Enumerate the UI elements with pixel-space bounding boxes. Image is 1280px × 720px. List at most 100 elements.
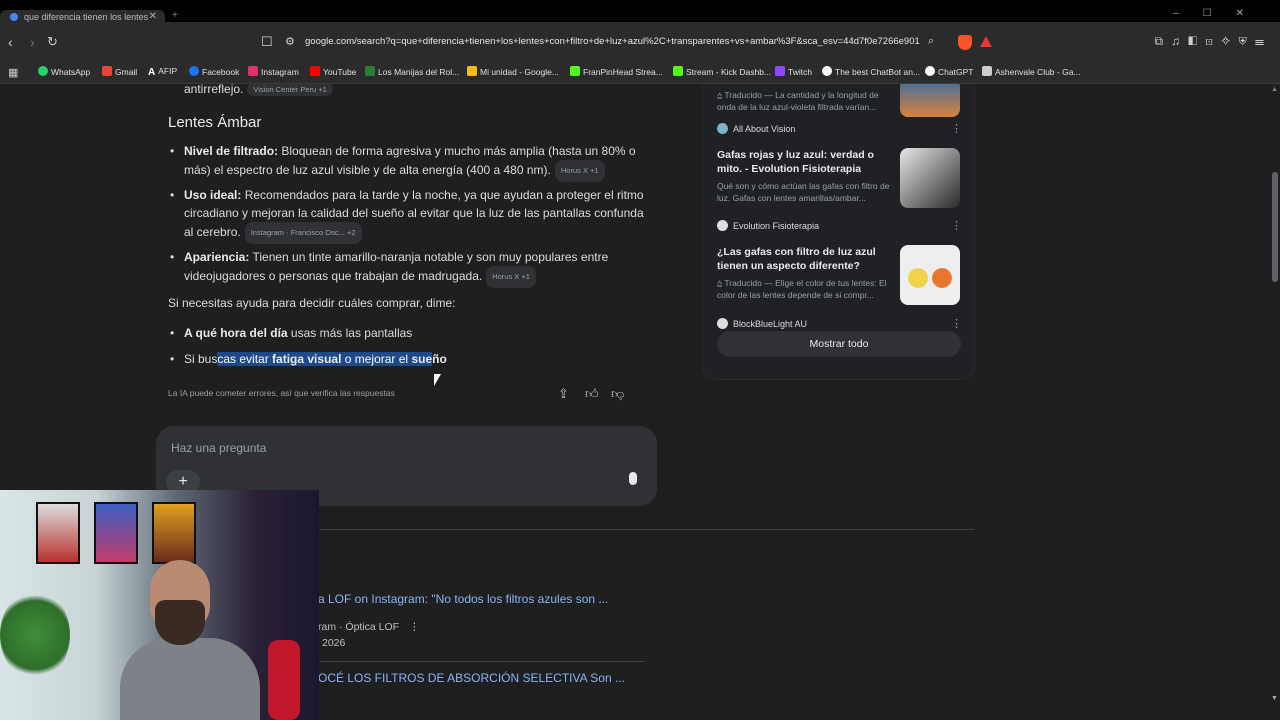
google-favicon-icon (10, 13, 18, 21)
thumbs-up-icon[interactable]: 👍︎ (585, 386, 599, 402)
more-options-icon[interactable]: ⋮ (951, 317, 962, 330)
source-chip[interactable]: Instagram · Francisco Osc... +2 (244, 222, 362, 244)
google-drive-icon (467, 66, 477, 76)
more-options-icon[interactable]: ⋮ (409, 621, 420, 633)
list-item: A qué hora del día usas más las pantalla… (170, 324, 649, 342)
chatgpt-icon (925, 66, 935, 76)
card-description: ⩠ Traducido — La cantidad y la longitud … (717, 90, 879, 112)
tab-strip: que diferencia tienen los lentes ✕ + –☐✕ (0, 0, 1280, 24)
ask-placeholder[interactable]: Haz una pregunta (171, 441, 266, 455)
lamp-image (268, 640, 300, 720)
bookmark-afip[interactable]: A AFIP (148, 66, 177, 78)
bookmark-drive[interactable]: Mi unidad - Google... (467, 66, 559, 77)
list-item: Nivel de filtrado: Bloquean de forma agr… (170, 142, 649, 182)
bookmark-youtube[interactable]: YouTube (310, 66, 356, 77)
card-title: Gafas rojas y luz azul: verdad o mito. -… (717, 149, 874, 175)
window-controls[interactable]: –☐✕ (1173, 8, 1268, 19)
browser-toolbar: ‹ › ↻ ☐ ⚙ google.com/search?q=que+difere… (0, 22, 1280, 62)
bookmark-instagram[interactable]: Instagram (248, 66, 299, 77)
streamer-image (120, 560, 270, 720)
chatbot-icon (822, 66, 832, 76)
source-chip[interactable]: Horus X +1 (554, 160, 605, 182)
show-all-button[interactable]: Mostrar todo (717, 331, 961, 357)
bookmark-manijas[interactable]: Los Manijas del Rol... (365, 66, 459, 77)
bookmark-gmail[interactable]: Gmail (102, 66, 137, 77)
site-settings-icon[interactable]: ⚙ (285, 35, 295, 48)
youtube-icon (310, 66, 320, 76)
bookmark-kick[interactable]: Stream - Kick Dashb... (673, 66, 771, 77)
brave-rewards-icon[interactable] (980, 36, 992, 47)
gmail-icon (102, 66, 112, 76)
scroll-up-icon[interactable]: ▲ (1271, 86, 1278, 93)
list-item: Uso ideal: Recomendados para la tarde y … (170, 186, 649, 244)
source-chip[interactable]: Horus X +1 (486, 266, 536, 288)
plant-image (0, 590, 70, 680)
share-icon[interactable]: ⇪ (558, 386, 569, 402)
page-content: antirreflejo. Vision Center Peru +1 Lente… (0, 84, 1280, 720)
card-source: BlockBlueLight AU (717, 318, 807, 329)
ashenvale-icon (982, 66, 992, 76)
bookmark-twitch[interactable]: Twitch (775, 66, 812, 77)
text-selection: cas evitar fatiga visual o mejorar el su… (217, 352, 433, 366)
sources-panel: ⩠ Traducido — La cantidad y la longitud … (702, 84, 975, 380)
afip-icon: A (148, 67, 156, 78)
bookmark-facebook[interactable]: Facebook (189, 66, 239, 77)
webcam-overlay (0, 490, 319, 720)
bookmark-chatgpt[interactable]: ChatGPT (925, 66, 973, 77)
twitch-icon (775, 66, 785, 76)
result-source: ram · Óptica LOF ⋮ (318, 621, 420, 633)
brave-shields-icon[interactable] (958, 35, 972, 50)
bookmark-chatbot[interactable]: The best ChatBot an... (822, 66, 920, 77)
source-chip[interactable]: Vision Center Peru +1 (247, 84, 333, 96)
instagram-icon (248, 66, 258, 76)
list-item-selected: Si buscas evitar fatiga visual o mejorar… (170, 350, 649, 368)
more-options-icon[interactable]: ⋮ (951, 122, 962, 135)
card-source: Evolution Fisioterapia (717, 220, 819, 231)
source-logo-icon (717, 123, 728, 134)
source-logo-icon (717, 220, 728, 231)
card-title: ¿Las gafas con filtro de luz azul tienen… (717, 246, 876, 272)
thumbs-down-icon[interactable]: 👎︎ (611, 386, 624, 402)
divider (318, 661, 645, 662)
kick-icon (570, 66, 580, 76)
result-title-link[interactable]: a LOF on Instagram: "No todos los filtro… (318, 592, 608, 606)
bookmark-icon[interactable]: ☐ (261, 34, 273, 50)
card-thumbnail (900, 148, 960, 208)
card-thumbnail (900, 84, 960, 117)
section-heading: Lentes Ámbar (168, 114, 262, 131)
list-item: Apariencia: Tienen un tinte amarillo-nar… (170, 248, 649, 288)
poster-image (152, 502, 196, 564)
scrollbar-thumb[interactable] (1272, 172, 1278, 282)
reload-icon[interactable]: ↻ (47, 34, 58, 50)
kick-icon (673, 66, 683, 76)
manijas-icon (365, 66, 375, 76)
poster-image (94, 502, 138, 564)
url-text[interactable]: google.com/search?q=que+diferencia+tiene… (305, 36, 920, 47)
result-title-link[interactable]: OCÉ LOS FILTROS DE ABSORCIÓN SELECTIVA S… (318, 671, 625, 685)
back-icon[interactable]: ‹ (8, 34, 13, 50)
bookmark-franpinhead[interactable]: FranPinHead Strea... (570, 66, 663, 77)
zoom-icon[interactable]: ⌕ (928, 35, 934, 48)
microphone-icon[interactable] (629, 472, 637, 485)
bookmark-ashenvale[interactable]: Ashenvale Club - Ga... (982, 66, 1081, 77)
bookmark-whatsapp[interactable]: WhatsApp (38, 66, 90, 77)
more-options-icon[interactable]: ⋮ (951, 219, 962, 232)
poster-image (36, 502, 80, 564)
toolbar-icons[interactable]: ⧉♫◧⊡✧⛨☰ (1155, 34, 1273, 49)
card-description: Qué son y cómo actúan las gafas con filt… (717, 181, 890, 203)
close-tab-icon[interactable]: ✕ (149, 11, 157, 22)
card-description: ⩠ Traducido — Elige el color de tus lent… (717, 278, 887, 300)
previous-text: antirreflejo. Vision Center Peru +1 (184, 84, 333, 96)
forward-icon[interactable]: › (30, 34, 35, 50)
mouse-cursor (434, 374, 441, 386)
card-source: All About Vision (717, 123, 795, 134)
card-thumbnail (900, 245, 960, 305)
whatsapp-icon (38, 66, 48, 76)
scrollbar[interactable]: ▲ ▼ (1270, 84, 1280, 720)
source-logo-icon (717, 318, 728, 329)
new-tab-icon[interactable]: + (172, 10, 178, 21)
apps-grid-icon[interactable]: ▦ (8, 66, 18, 79)
address-bar[interactable]: ☐ ⚙ google.com/search?q=que+diferencia+t… (261, 30, 1000, 56)
ai-disclaimer: La IA puede cometer errores, así que ver… (168, 388, 395, 398)
scroll-down-icon[interactable]: ▼ (1271, 695, 1278, 702)
